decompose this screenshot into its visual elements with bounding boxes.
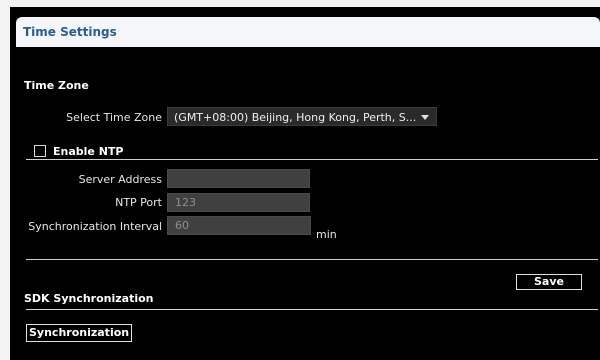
time-zone-select-value: (GMT+08:00) Beijing, Hong Kong, Perth, S…	[174, 111, 417, 124]
time-zone-select[interactable]: (GMT+08:00) Beijing, Hong Kong, Perth, S…	[167, 107, 437, 126]
sync-interval-label: Synchronization Interval	[28, 220, 162, 233]
select-time-zone-label: Select Time Zone	[66, 111, 162, 124]
page-title: Time Settings	[23, 25, 117, 39]
enable-ntp-label[interactable]: Enable NTP	[53, 145, 123, 158]
chevron-down-icon	[421, 115, 429, 120]
divider	[26, 259, 598, 260]
enable-ntp-checkbox[interactable]	[34, 145, 46, 157]
divider	[26, 309, 598, 310]
sync-interval-field[interactable]: 60	[167, 216, 311, 235]
divider	[26, 159, 598, 160]
time-settings-panel: Time Settings Time Zone Select Time Zone…	[10, 7, 600, 360]
ntp-port-field[interactable]: 123	[167, 193, 310, 212]
title-bar: Time Settings	[16, 17, 600, 47]
server-address-field[interactable]	[167, 169, 310, 188]
sdk-sync-heading: SDK Synchronization	[24, 292, 154, 305]
server-address-label: Server Address	[78, 173, 162, 186]
save-button[interactable]: Save	[516, 274, 582, 290]
ntp-port-label: NTP Port	[115, 196, 162, 209]
synchronization-button[interactable]: Synchronization	[26, 324, 133, 342]
sync-interval-unit: min	[316, 228, 337, 241]
time-zone-heading: Time Zone	[24, 79, 89, 92]
